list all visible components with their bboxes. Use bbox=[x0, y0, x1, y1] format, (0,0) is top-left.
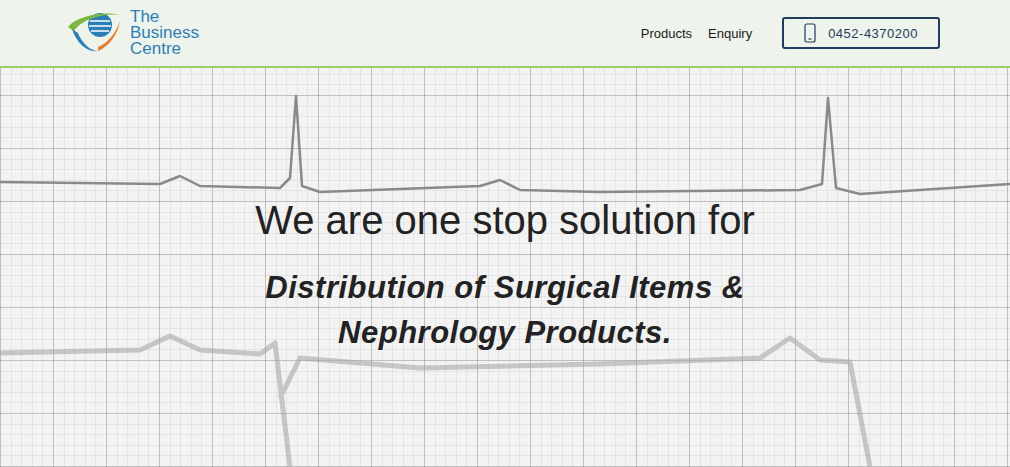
hero-content: We are one stop solution for Distribution… bbox=[255, 68, 755, 355]
hero-subheading-line: Nephrology Products. bbox=[338, 310, 672, 355]
site-header: TheBusinessCentre Products Enquiry 0452-437… bbox=[0, 0, 1010, 68]
hero-heading: We are one stop solution for bbox=[255, 198, 755, 243]
brand-name-line: The bbox=[130, 9, 199, 25]
brand-logo[interactable]: TheBusinessCentre bbox=[64, 7, 199, 59]
hero-subheading-line: Distribution of Surgical Items & bbox=[265, 265, 744, 310]
phone-number: 0452-4370200 bbox=[828, 26, 918, 41]
nav-link[interactable]: Products bbox=[641, 22, 692, 45]
brand-name-line: Business bbox=[130, 25, 199, 41]
nav-link[interactable]: Enquiry bbox=[708, 22, 752, 45]
phone-button[interactable]: 0452-4370200 bbox=[782, 17, 940, 49]
hero-subheading: Distribution of Surgical Items &Nephrolo… bbox=[265, 265, 744, 355]
brand-name-line: Centre bbox=[130, 41, 199, 57]
hero-banner: We are one stop solution for Distribution… bbox=[0, 68, 1010, 467]
mobile-phone-icon bbox=[804, 23, 816, 43]
ecg-background bbox=[0, 68, 1010, 467]
main-nav: Products Enquiry 0452-4370200 bbox=[641, 17, 940, 49]
globe-logo-icon bbox=[64, 7, 126, 59]
brand-name: TheBusinessCentre bbox=[130, 9, 199, 57]
